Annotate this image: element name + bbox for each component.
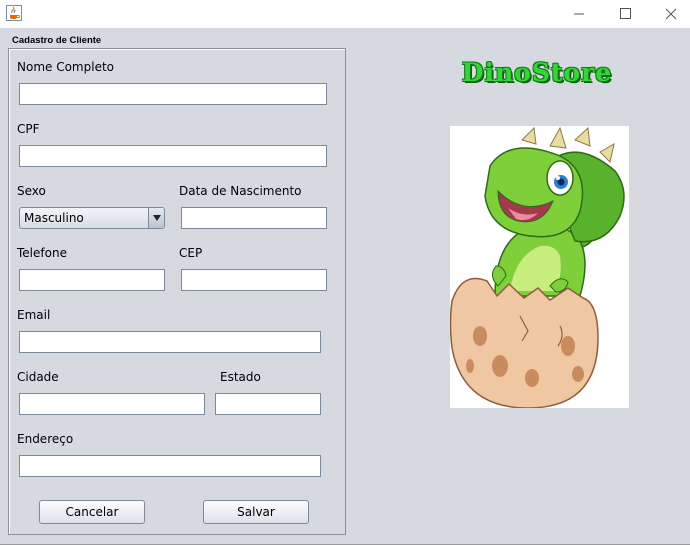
nascimento-field[interactable] — [181, 207, 327, 229]
sexo-select[interactable]: Masculino — [19, 207, 165, 229]
brand-logo-text: DinoStore — [461, 58, 613, 87]
maximize-button[interactable] — [602, 0, 648, 28]
nome-field[interactable] — [19, 83, 327, 105]
close-button[interactable] — [648, 0, 690, 28]
label-cpf: CPF — [17, 122, 40, 136]
cep-field[interactable] — [181, 269, 327, 291]
label-email: Email — [17, 308, 51, 322]
java-cup-icon — [6, 5, 22, 21]
label-nome: Nome Completo — [17, 60, 114, 74]
label-endereco: Endereço — [17, 432, 74, 446]
cpf-field[interactable] — [19, 145, 327, 167]
cancel-button[interactable]: Cancelar — [39, 500, 145, 524]
maximize-icon — [620, 8, 631, 19]
dinosaur-egg-illustration — [450, 126, 629, 408]
label-cidade: Cidade — [17, 370, 59, 384]
email-field[interactable] — [19, 331, 321, 353]
sexo-selected-value: Masculino — [24, 211, 84, 225]
sexo-dropdown-button[interactable] — [148, 208, 164, 228]
label-estado: Estado — [220, 370, 261, 384]
window-titlebar[interactable] — [0, 0, 690, 28]
close-icon — [665, 8, 677, 20]
save-button[interactable]: Salvar — [203, 500, 309, 524]
panel-title: Cadastro de Cliente — [12, 35, 102, 46]
label-nascimento: Data de Nascimento — [179, 184, 302, 198]
label-telefone: Telefone — [17, 246, 67, 260]
triangle-down-icon — [153, 215, 161, 221]
minimize-button[interactable] — [556, 0, 602, 28]
label-sexo: Sexo — [17, 184, 46, 198]
label-cep: CEP — [179, 246, 203, 260]
telefone-field[interactable] — [19, 269, 165, 291]
cidade-field[interactable] — [19, 393, 205, 415]
estado-field[interactable] — [215, 393, 321, 415]
endereco-field[interactable] — [19, 455, 321, 477]
minimize-icon — [574, 13, 584, 15]
